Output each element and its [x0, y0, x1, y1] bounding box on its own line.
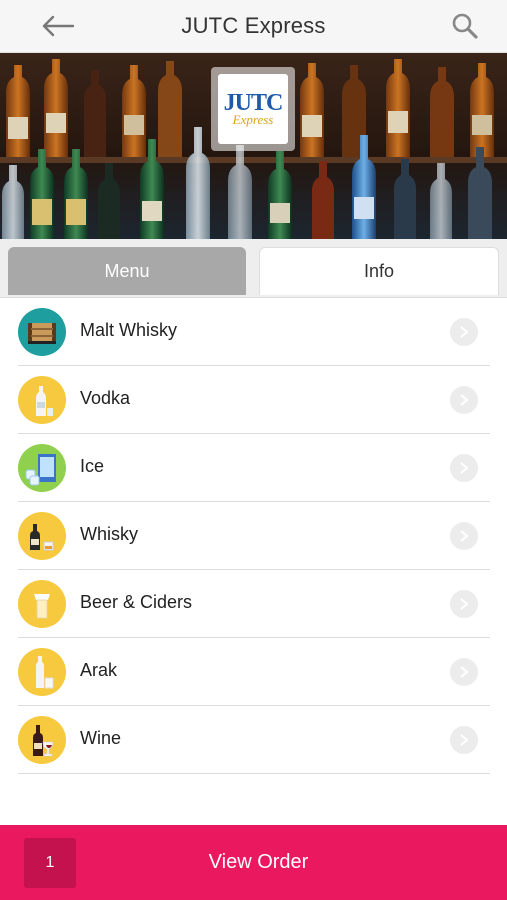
app-header: JUTC Express [0, 0, 507, 53]
chevron-right-icon [450, 590, 478, 618]
search-icon [452, 13, 478, 39]
page-title: JUTC Express [181, 13, 326, 38]
hero-banner: JUTC Express [0, 53, 507, 239]
chevron-right-icon [450, 386, 478, 414]
view-order-button[interactable]: View Order [0, 825, 507, 900]
list-item-label: Whisky [80, 524, 138, 544]
list-item-arak[interactable]: Arak [18, 638, 490, 706]
list-item-beer-ciders[interactable]: Beer & Ciders [18, 570, 490, 638]
list-item-wine[interactable]: Wine [18, 706, 490, 774]
ice-cooler-icon [18, 444, 66, 492]
logo-subtext: Express [232, 112, 274, 127]
list-item-malt-whisky[interactable]: Malt Whisky [18, 298, 490, 366]
arak-bottle-icon [18, 648, 66, 696]
order-count-badge: 1 [24, 838, 76, 888]
chevron-right-icon [450, 658, 478, 686]
chevron-right-icon [450, 726, 478, 754]
tab-bar: Menu Info [0, 239, 507, 298]
order-footer: View Order 1 [0, 825, 507, 900]
barrel-icon [18, 308, 66, 356]
list-item-label: Ice [80, 456, 105, 476]
list-item-label: Beer & Ciders [80, 592, 193, 612]
list-item-vodka[interactable]: Vodka [18, 366, 490, 434]
chevron-right-icon [450, 318, 478, 346]
list-item-ice[interactable]: Ice [18, 434, 490, 502]
arrow-left-icon [42, 15, 75, 37]
beer-mug-icon [18, 580, 66, 628]
tab-menu[interactable]: Menu [8, 247, 246, 295]
chevron-right-icon [450, 522, 478, 550]
wine-bottle-icon [18, 716, 66, 764]
tab-info[interactable]: Info [259, 247, 499, 295]
list-item-label: Malt Whisky [80, 320, 178, 340]
whisky-bottle-icon [18, 512, 66, 560]
list-item-label: Arak [80, 660, 118, 680]
chevron-right-icon [450, 454, 478, 482]
search-button[interactable] [447, 8, 483, 44]
list-item-label: Wine [80, 728, 122, 748]
list-item-label: Vodka [80, 388, 131, 408]
back-button[interactable] [38, 8, 78, 44]
vodka-bottle-icon [18, 376, 66, 424]
list-item-whisky[interactable]: Whisky [18, 502, 490, 570]
logo: JUTC Express [211, 67, 295, 151]
